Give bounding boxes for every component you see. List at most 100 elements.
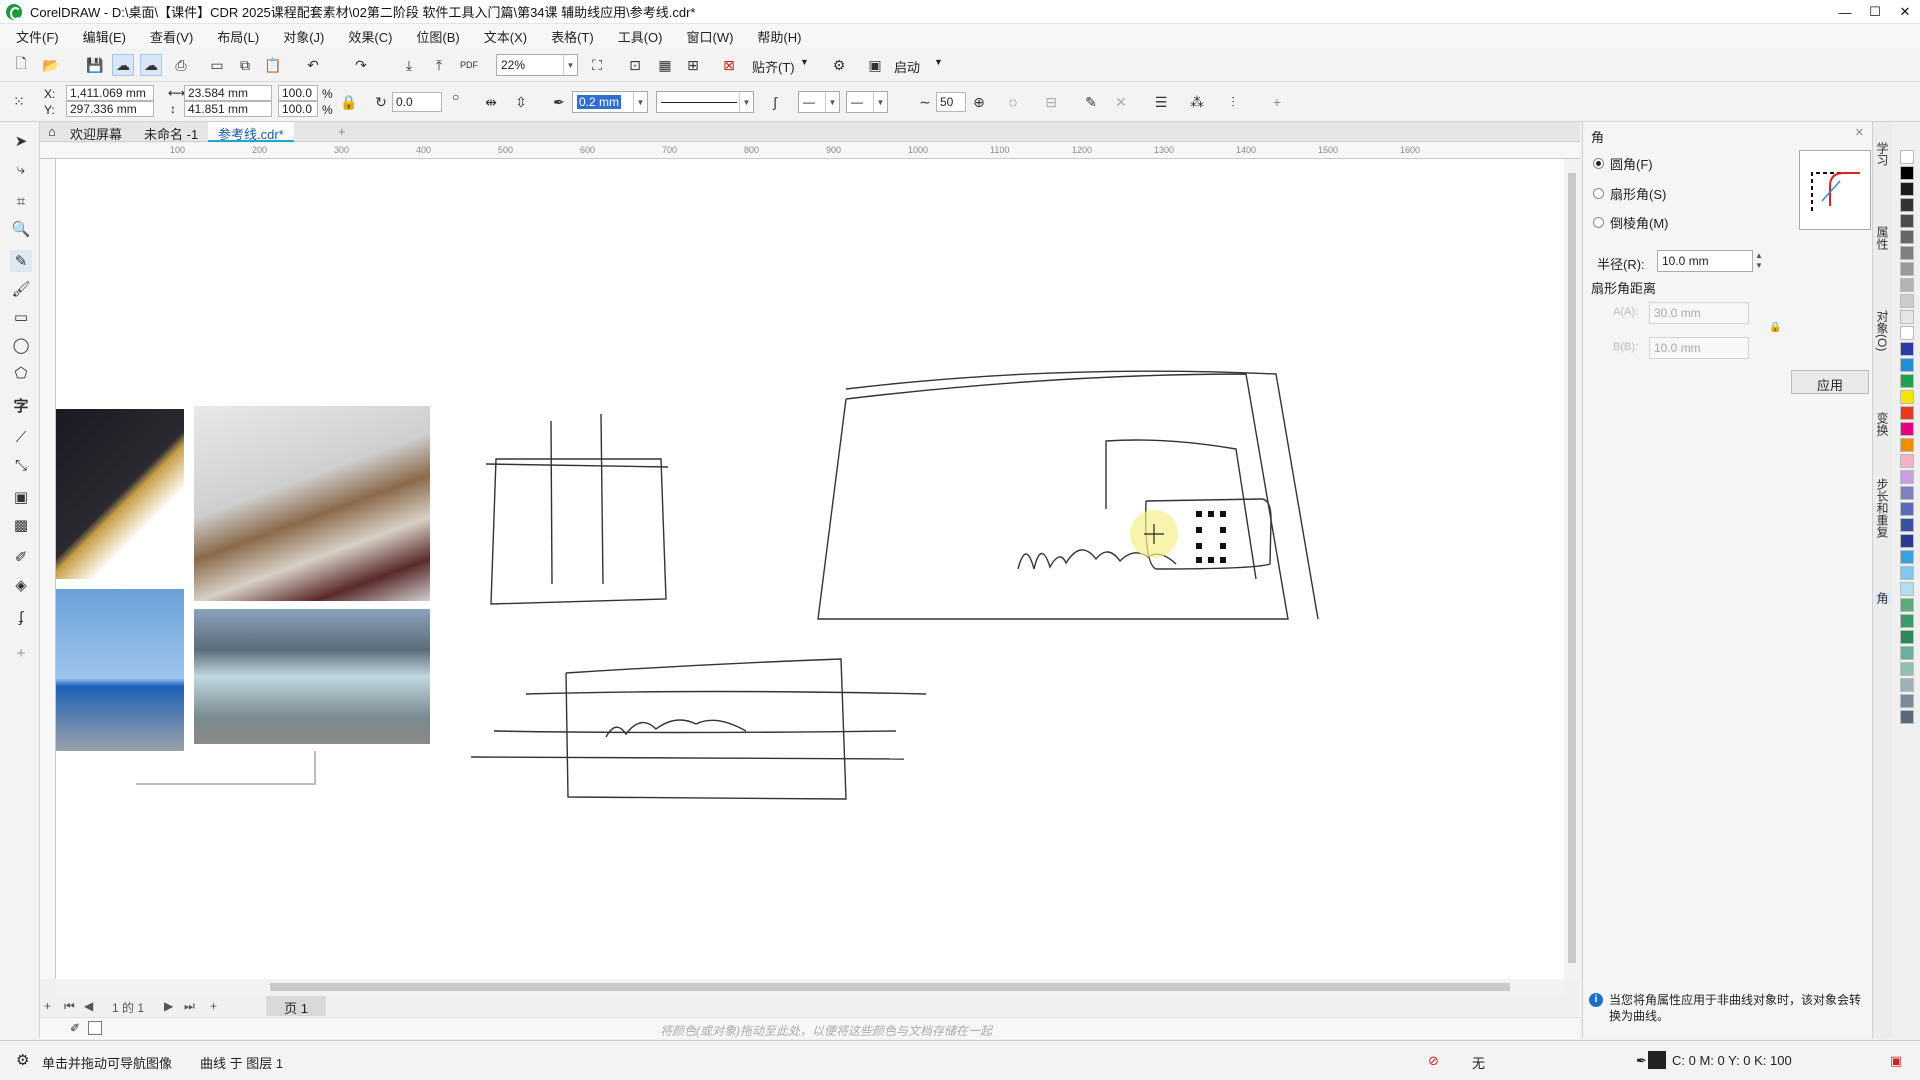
tab-welcome[interactable]: 欢迎屏幕 <box>60 122 132 142</box>
palette-swatch[interactable] <box>1900 230 1914 244</box>
dimension-tool-icon[interactable]: ⟋ <box>10 426 32 448</box>
chevron-down-icon[interactable]: ▼ <box>934 57 943 67</box>
lock-ratio-icon[interactable]: 🔒 <box>338 91 360 113</box>
smoothing-field[interactable]: 50 <box>936 92 966 112</box>
undo-icon[interactable]: ↶ <box>302 54 324 76</box>
palette-swatch[interactable] <box>1900 518 1914 532</box>
radius-field[interactable]: 10.0 mm <box>1657 250 1753 272</box>
maximize-button[interactable]: ☐ <box>1860 0 1890 24</box>
freehand-tool-icon[interactable]: ✎ <box>10 250 32 272</box>
menu-view[interactable]: 查看(V) <box>150 27 193 46</box>
close-icon[interactable]: ✕ <box>1855 126 1864 139</box>
new-document-icon[interactable]: 🗋 <box>10 54 32 76</box>
rectangle-tool-icon[interactable]: ▭ <box>10 306 32 328</box>
palette-swatch[interactable] <box>1900 614 1914 628</box>
menu-object[interactable]: 对象(J) <box>283 27 324 46</box>
vertical-scroll-thumb[interactable] <box>1568 173 1576 963</box>
palette-swatch[interactable] <box>1900 374 1914 388</box>
palette-swatch[interactable] <box>1900 198 1914 212</box>
show-rulers-icon[interactable]: ⊡ <box>624 54 646 76</box>
gear-icon[interactable]: ⚙ <box>16 1051 29 1069</box>
menu-edit[interactable]: 编辑(E) <box>83 27 126 46</box>
show-guidelines-icon[interactable]: ⊞ <box>682 54 704 76</box>
palette-swatch[interactable] <box>1900 678 1914 692</box>
palette-swatch[interactable] <box>1900 550 1914 564</box>
line-style-combo[interactable]: ▼ <box>656 91 754 113</box>
lock-icon[interactable]: 🔒 <box>1769 322 1781 333</box>
redo-icon[interactable]: ↷ <box>350 54 372 76</box>
scale-height-field[interactable]: 100.0 <box>278 101 318 117</box>
width-field[interactable]: 23.584 mm <box>184 85 272 101</box>
palette-swatch[interactable] <box>1900 582 1914 596</box>
snap-to-dropdown[interactable]: 贴齐(T) <box>752 57 795 76</box>
fill-tool-icon[interactable]: ◈ <box>10 574 32 596</box>
copy-icon[interactable]: ⧉ <box>234 54 256 76</box>
export-icon[interactable]: ⤒ <box>428 54 450 76</box>
palette-swatch[interactable] <box>1900 310 1914 324</box>
rotate-icon[interactable]: ↻ <box>370 91 392 113</box>
snap-off-icon[interactable]: ⊠ <box>718 54 740 76</box>
distance-b-field[interactable]: 10.0 mm <box>1649 337 1749 359</box>
pdf-icon[interactable]: PDF <box>458 54 480 76</box>
menu-help[interactable]: 帮助(H) <box>757 27 801 46</box>
eyedropper-tool-icon[interactable]: ✐ <box>10 546 32 568</box>
y-position-field[interactable]: 297.336 mm <box>66 101 154 117</box>
connector-tool-icon[interactable]: ⤡ <box>10 454 32 476</box>
x-position-field[interactable]: 1,411.069 mm <box>66 85 154 101</box>
menu-file[interactable]: 文件(F) <box>16 27 59 46</box>
palette-swatch[interactable] <box>1900 534 1914 548</box>
side-tab-properties[interactable]: 属性 <box>1875 226 1891 250</box>
horizontal-ruler[interactable]: 100 200 300 400 500 600 700 800 900 1000… <box>40 143 1580 159</box>
drawing-canvas[interactable] <box>56 159 1564 979</box>
show-grid-icon[interactable]: ▦ <box>654 54 676 76</box>
end-arrow-combo[interactable]: — ▼ <box>846 91 888 113</box>
menu-text[interactable]: 文本(X) <box>484 27 527 46</box>
zoom-tool-icon[interactable]: 🔍 <box>10 218 32 240</box>
pen-pressure-icon[interactable]: ✎ <box>1080 91 1102 113</box>
full-screen-icon[interactable]: ⛶ <box>586 54 608 76</box>
cut-icon[interactable]: ▭ <box>206 54 228 76</box>
scale-width-field[interactable]: 100.0 <box>278 85 318 101</box>
side-tab-corners[interactable]: 角 <box>1875 592 1891 604</box>
side-tab-objects[interactable]: 对象(O) <box>1875 310 1891 351</box>
first-page-icon[interactable]: ⏮ <box>64 999 75 1014</box>
height-field[interactable]: 41.851 mm <box>184 101 272 117</box>
distribute-icon[interactable]: ⁂ <box>1186 91 1208 113</box>
palette-swatch[interactable] <box>1900 246 1914 260</box>
radio-scallop[interactable]: 扇形角(S) <box>1593 184 1666 203</box>
palette-swatch[interactable] <box>1900 470 1914 484</box>
radius-spinner-icon[interactable]: ▲ ▼ <box>1755 251 1763 271</box>
palette-swatch[interactable] <box>1900 662 1914 676</box>
menu-table[interactable]: 表格(T) <box>551 27 594 46</box>
palette-swatch[interactable] <box>1900 502 1914 516</box>
add-tool-icon[interactable]: + <box>10 642 32 664</box>
palette-swatch[interactable] <box>1900 358 1914 372</box>
text-tool-icon[interactable]: 字 <box>10 394 32 416</box>
add-page-icon[interactable]: + <box>44 999 51 1013</box>
document-palette-bar[interactable]: ✐ 将颜色(或对象)拖动至此处，以便将这些颜色与文档存储在一起 <box>40 1017 1580 1039</box>
palette-swatch[interactable] <box>1900 150 1914 164</box>
open-icon[interactable]: 📂 <box>40 54 62 76</box>
add-icon[interactable]: + <box>1266 91 1288 113</box>
sketch-drawing[interactable] <box>56 159 1564 979</box>
menu-tools[interactable]: 工具(O) <box>618 27 663 46</box>
palette-swatch[interactable] <box>1900 454 1914 468</box>
wrap-text-icon[interactable]: ⊟ <box>1040 91 1062 113</box>
paste-icon[interactable]: 📋 <box>262 54 284 76</box>
mirror-vertical-icon[interactable]: ⇳ <box>510 91 532 113</box>
smoothing-increase-icon[interactable]: ⊕ <box>968 91 990 113</box>
shadow-tool-icon[interactable]: ▣ <box>10 486 32 508</box>
side-tab-transform[interactable]: 变换 <box>1875 412 1891 436</box>
apply-button[interactable]: 应用 <box>1791 370 1869 394</box>
vertical-scrollbar[interactable] <box>1564 159 1580 979</box>
cloud-download-icon[interactable]: ☁ <box>140 54 162 76</box>
chevron-down-icon[interactable]: ▼ <box>800 57 809 67</box>
next-page-icon[interactable]: ▶ <box>164 999 173 1013</box>
last-page-icon[interactable]: ⏭ <box>184 999 195 1014</box>
radio-round[interactable]: 圆角(F) <box>1593 154 1653 173</box>
artistic-media-tool-icon[interactable]: 🖌 <box>10 278 32 300</box>
palette-swatch[interactable] <box>1900 486 1914 500</box>
palette-swatch[interactable] <box>1900 598 1914 612</box>
palette-swatch[interactable] <box>1900 262 1914 276</box>
no-color-swatch[interactable] <box>88 1021 102 1035</box>
